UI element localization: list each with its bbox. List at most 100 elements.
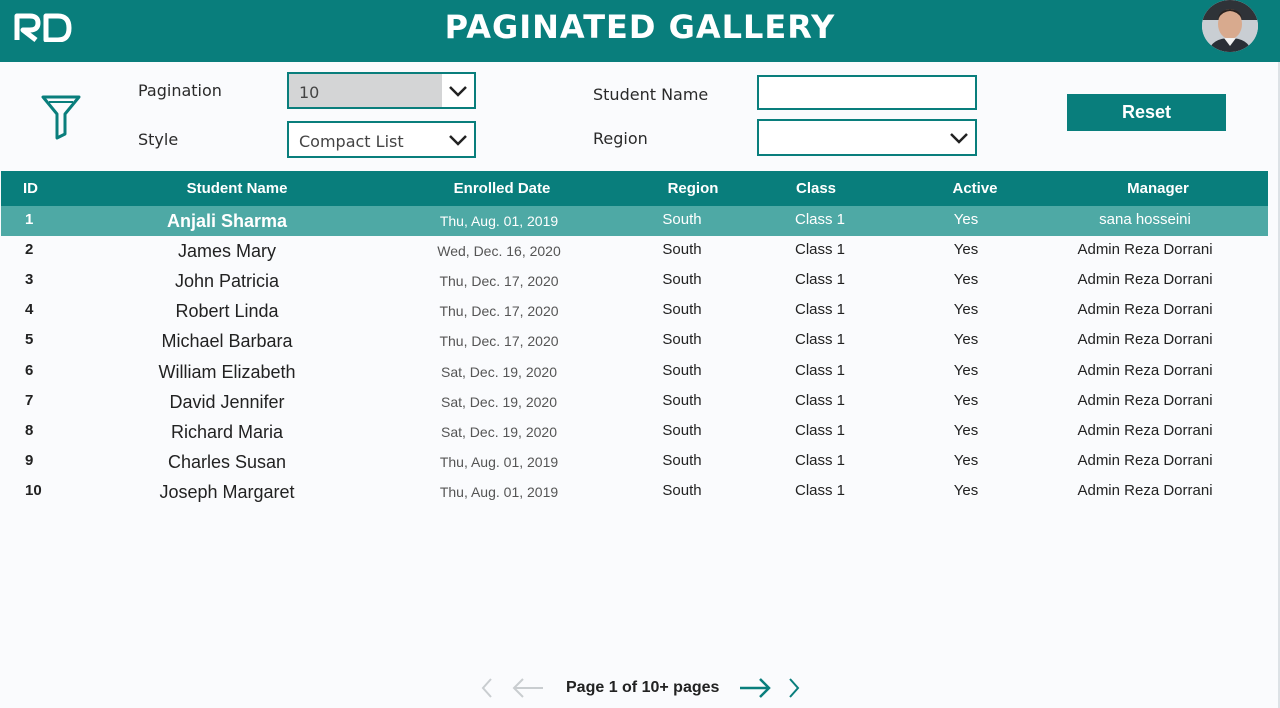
cell-region: South [662,331,702,349]
table-row[interactable]: 8 Richard Maria Sat, Dec. 19, 2020 South Cla… [1,417,1268,447]
cell-region: South [662,481,702,499]
region-dropdown[interactable] [757,119,977,156]
cell-active: Yes [953,271,979,289]
column-header-manager[interactable]: Manager [1127,180,1189,197]
table-row[interactable]: 1 Anjali Sharma Thu, Aug. 01, 2019 South Cla… [1,206,1268,236]
column-header-active[interactable]: Active [952,180,997,197]
student-name-input[interactable] [757,75,977,110]
cell-active: Yes [953,241,979,259]
cell-id: 5 [25,331,34,349]
cell-student-name: James Mary [177,241,277,262]
column-header-student-name[interactable]: Student Name [187,180,288,197]
cell-class: Class 1 [794,301,846,319]
cell-id: 3 [25,271,34,289]
cell-class: Class 1 [794,361,846,379]
cell-manager: Admin Reza Dorrani [1077,361,1213,379]
cell-enrolled-date: Sat, Dec. 19, 2020 [441,363,557,380]
cell-manager: sana hosseini [1099,211,1191,228]
user-avatar[interactable] [1202,0,1258,52]
cell-active: Yes [953,301,979,319]
cell-enrolled-date: Thu, Dec. 17, 2020 [439,273,559,290]
cell-enrolled-date: Thu, Aug. 01, 2019 [439,453,559,470]
cell-enrolled-date: Wed, Dec. 16, 2020 [437,243,561,260]
table-row[interactable]: 4 Robert Linda Thu, Dec. 17, 2020 South Clas… [1,296,1268,326]
arrow-right-icon[interactable] [738,676,772,700]
cell-manager: Admin Reza Dorrani [1077,391,1213,409]
cell-student-name: Anjali Sharma [166,211,288,231]
filter-icon[interactable] [40,94,82,140]
region-label: Region [593,129,648,148]
cell-active: Yes [953,361,979,379]
cell-id: 10 [25,481,42,499]
cell-id: 9 [25,451,34,469]
cell-class: Class 1 [794,481,846,499]
pagination-label: Pagination [138,81,222,100]
cell-student-name: Robert Linda [175,301,279,322]
cell-enrolled-date: Thu, Dec. 17, 2020 [439,333,559,350]
cell-class: Class 1 [794,391,846,409]
table-row[interactable]: 6 William Elizabeth Sat, Dec. 19, 2020 Sout… [1,357,1268,387]
cell-student-name: Joseph Margaret [159,481,295,502]
cell-region: South [662,421,702,439]
cell-region: South [662,301,702,319]
cell-class: Class 1 [794,241,846,259]
app-header: PAGINATED GALLERY [0,0,1280,62]
chevron-down-icon [950,133,968,144]
page-title: PAGINATED GALLERY [444,8,836,46]
cell-student-name: Charles Susan [167,451,287,472]
cell-manager: Admin Reza Dorrani [1077,301,1213,319]
cell-enrolled-date: Sat, Dec. 19, 2020 [441,423,557,440]
pagination-dropdown-value: 10 [299,83,320,102]
cell-id: 8 [25,421,34,439]
cell-enrolled-date: Thu, Dec. 17, 2020 [439,303,559,320]
style-dropdown[interactable]: Compact List [287,121,476,158]
cell-region: South [662,451,702,469]
cell-region: South [662,391,702,409]
chevron-down-icon [449,135,467,146]
cell-manager: Admin Reza Dorrani [1077,451,1213,469]
page-indicator: Page 1 of 10+ pages [566,679,720,696]
table-header: ID Student Name Enrolled Date Region Cla… [1,171,1268,206]
cell-class: Class 1 [794,271,846,289]
column-header-id[interactable]: ID [23,180,38,197]
cell-active: Yes [953,481,979,499]
cell-manager: Admin Reza Dorrani [1077,271,1213,289]
arrow-left-icon[interactable] [511,676,545,700]
cell-manager: Admin Reza Dorrani [1077,241,1213,259]
table-row[interactable]: 7 David Jennifer Sat, Dec. 19, 2020 South Cl… [1,387,1268,417]
cell-region: South [662,271,702,289]
cell-active: Yes [953,451,979,469]
column-header-class[interactable]: Class [796,180,836,197]
table-row[interactable]: 5 Michael Barbara Thu, Dec. 17, 2020 South C… [1,326,1268,356]
cell-region: South [662,211,702,228]
cell-student-name: David Jennifer [169,391,285,412]
table-row[interactable]: 9 Charles Susan Thu, Aug. 01, 2019 South Cla… [1,447,1268,477]
cell-active: Yes [953,331,979,349]
table-row[interactable]: 2 James Mary Wed, Dec. 16, 2020 South Class … [1,236,1268,266]
cell-student-name: Richard Maria [170,421,284,442]
column-header-enrolled-date[interactable]: Enrolled Date [454,180,551,197]
table-row[interactable]: 3 John Patricia Thu, Dec. 17, 2020 South Cla… [1,266,1268,296]
style-dropdown-value: Compact List [299,132,404,151]
cell-student-name: William Elizabeth [158,361,296,382]
cell-manager: Admin Reza Dorrani [1077,421,1213,439]
cell-active: Yes [953,391,979,409]
cell-id: 2 [25,241,34,259]
student-name-label: Student Name [593,85,709,104]
cell-id: 6 [25,361,34,379]
cell-class: Class 1 [794,211,846,228]
cell-manager: Admin Reza Dorrani [1077,331,1213,349]
chevron-right-icon[interactable] [787,676,801,700]
chevron-left-icon[interactable] [480,676,494,700]
pagination-dropdown[interactable]: 10 [287,72,476,109]
cell-class: Class 1 [794,331,846,349]
cell-region: South [662,241,702,259]
avatar-photo-icon [1202,0,1258,52]
cell-region: South [662,361,702,379]
column-header-region[interactable]: Region [668,180,719,197]
cell-enrolled-date: Thu, Aug. 01, 2019 [439,483,559,500]
cell-class: Class 1 [794,451,846,469]
table-row[interactable]: 10 Joseph Margaret Thu, Aug. 01, 2019 South… [1,477,1268,507]
reset-button[interactable]: Reset [1067,94,1226,131]
cell-manager: Admin Reza Dorrani [1077,481,1213,499]
